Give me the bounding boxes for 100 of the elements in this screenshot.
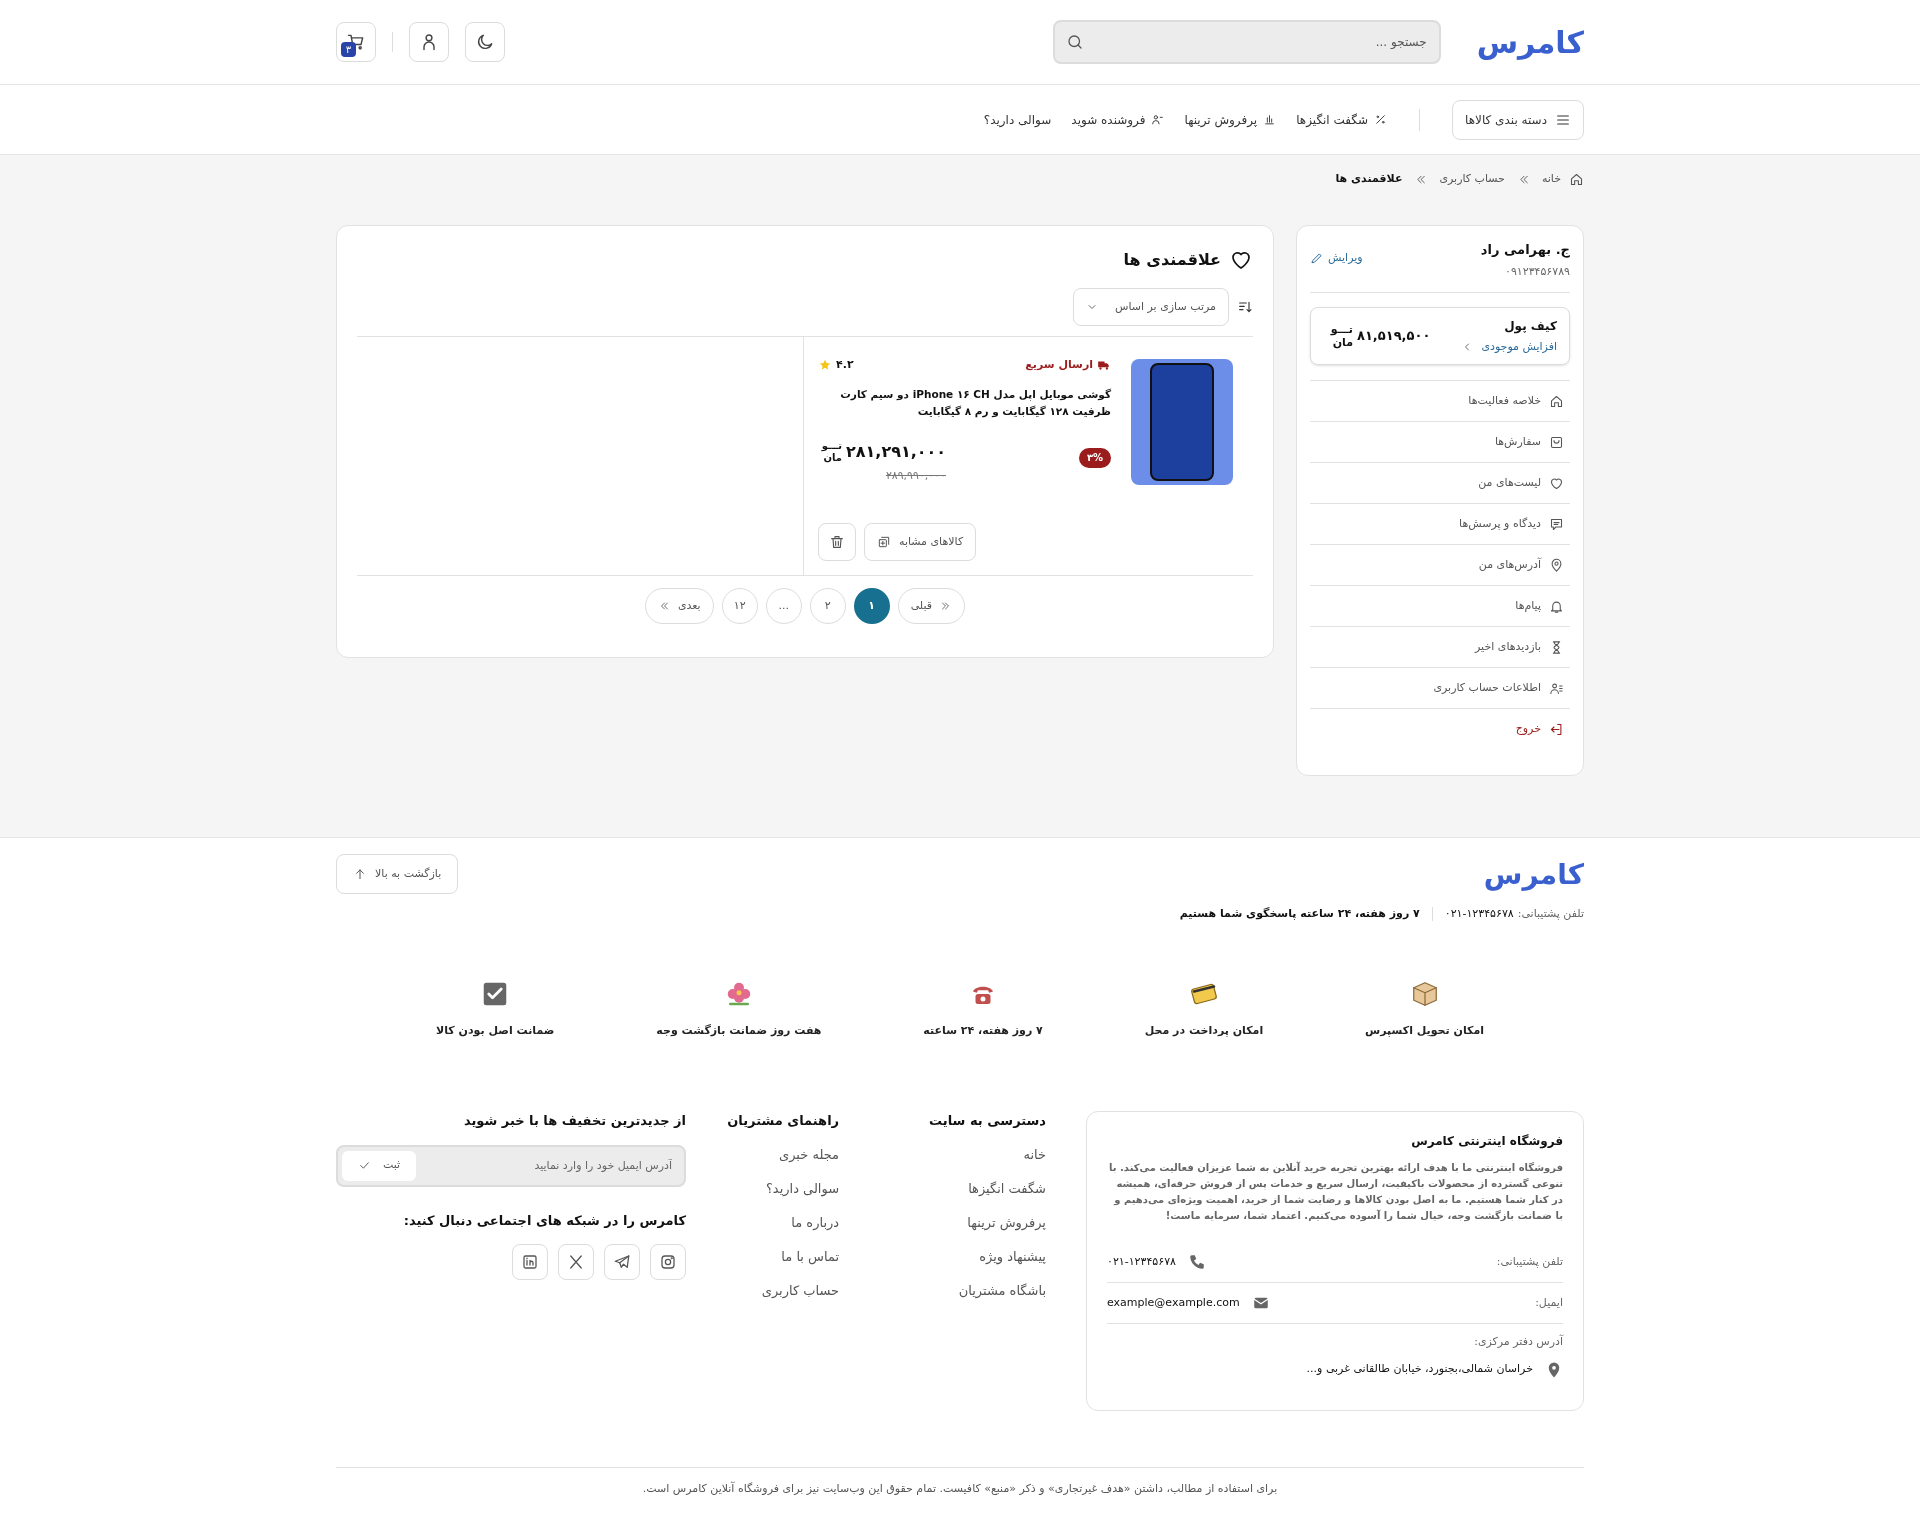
nav-link[interactable]: سوالی دارید؟ [983,110,1052,129]
search-icon [1065,33,1084,51]
contact-label: ایمیل: [1535,1294,1563,1311]
currency-label: تـــو مان [820,439,842,464]
account-menu-item[interactable]: خروج [1310,709,1570,750]
page-button[interactable]: ۱ [853,588,890,624]
contact-label: آدرس دفتر مرکزی: [1473,1334,1563,1350]
discount-badge: ۳% [1078,447,1111,468]
categories-button[interactable]: دسته بندی کالاها [1452,99,1584,140]
account-menu-item[interactable]: اطلاعات حساب کاربری [1310,668,1570,709]
breadcrumb-link[interactable]: خانه [1541,170,1561,188]
footer-link[interactable]: سوالی دارید؟ [765,1178,840,1213]
account-menu-item[interactable]: دیدگاه و پرسش‌ها [1310,504,1570,545]
rating-value: ۴.۲ [836,357,854,373]
footer-link[interactable]: پیشنهاد ویژه [979,1246,1046,1281]
moon-icon [475,32,495,52]
page-title: علاقمندی ها [1123,249,1221,271]
social-link[interactable] [512,1244,548,1280]
check-icon [358,1159,371,1172]
paper-plane-icon [613,1253,631,1271]
feature-label: امکان تحویل اکسپرس [1365,1022,1484,1039]
copyright-text: برای استفاده از مطالب، داشتن «هدف غیرتجاری» و ذکر «منبع» کافیست. تمام حقوق این وب‌سایت نیز برای فروشگاه آنلاین کامرس است. [642,1482,1278,1495]
similar-icon [877,535,891,549]
support-phone: ۰۲۱-۱۲۳۴۵۶۷۸ [1444,906,1514,922]
sort-dropdown[interactable]: مرتب سازی بر اساس [1073,288,1229,326]
nav-link[interactable]: پرفروش ترینها [1184,110,1277,129]
old-price: ۲۸۹,۹۹۰,۰۰۰ [885,467,947,484]
account-menu-item[interactable]: پیام‌ها [1310,586,1570,627]
heart-icon [1549,475,1564,491]
account-menu-item[interactable]: خلاصه فعالیت‌ها [1310,381,1570,422]
bar-chart-icon [1263,113,1277,126]
home-icon [1569,171,1584,187]
feature-label: ضمانت اصل بودن کالا [436,1022,555,1039]
footer-link[interactable]: حساب کاربری [761,1280,840,1315]
contact-value: خراسان شمالی،بجنورد، خیابان طالقانی غربی و... [1306,1361,1533,1378]
contact-label: تلفن پشتیبانی: [1496,1253,1563,1270]
comment-icon [1549,516,1564,532]
footer-link[interactable]: پرفروش ترینها [967,1212,1046,1247]
user-details-icon [1549,680,1564,696]
logout-icon [1549,722,1564,737]
about-text: فروشگاه اینترنتی ما با هدف ارائه بهترین تجربه خرید آنلاین به شما عزیزان فعالیت می‌کند. با تنوعی گسترده از محصولات باکیفیت، ارسال سریع و خدمات پس از فروش حرفه‌ای، همیشه در کنار شما هستیم. ما به اصل بودن کالاها و رضایت شما از خرید، اهمیت ویژه‌ای می‌دهیم و با ضمانت بازگشت وجه، خیال شما را آسوده می‌کنیم. اعتماد شما، سرمایه ماست! [1108,1160,1563,1224]
top-up-link[interactable]: افزایش موجودی [1461,338,1557,356]
home-icon [1549,393,1564,409]
theme-toggle-button[interactable] [465,22,505,62]
footer-link[interactable]: تماس با ما [781,1246,840,1281]
footer-link[interactable]: درباره ما [791,1212,840,1247]
contact-value: example@example.com [1107,1294,1240,1311]
person-icon [1151,113,1165,126]
delete-button[interactable] [818,523,856,561]
about-title: فروشگاه اینترنتی کامرس [1410,1133,1563,1150]
wallet-title: کیف پول [1503,317,1557,335]
phone-icon [1187,1253,1206,1271]
currency-label: تـــو مان [1329,323,1353,349]
account-button[interactable] [409,22,449,62]
nav-link[interactable]: فروشنده شوید [1071,110,1165,129]
pencil-icon [1310,251,1324,266]
footer-column-title: راهنمای مشتریان [727,1112,840,1130]
support-phone-label: تلفن پشتیبانی: [1517,906,1584,922]
footer-column-title: دسترسی به سایت [929,1112,1046,1130]
similar-products-button[interactable]: کالاهای مشابه [864,523,977,561]
site-logo[interactable]: کامرس [1476,19,1584,65]
back-to-top-button[interactable]: بازگشت به بالا [336,854,459,894]
user-name: ج. بهرامی راد [1480,241,1570,260]
social-link[interactable] [604,1244,640,1280]
account-menu-item[interactable]: بازدیدهای اخیر [1310,627,1570,668]
account-menu-item[interactable]: لیست‌های من [1310,463,1570,504]
footer-link[interactable]: شگفت انگیزها [968,1178,1046,1213]
search-field[interactable]: جستجو ... [1052,20,1441,64]
user-phone: ۰۹۱۲۳۴۵۶۷۸۹ [1504,263,1570,280]
footer-logo[interactable]: کامرس [1483,854,1584,896]
wallet-balance: ۸۱,۵۱۹,۵۰۰ [1357,327,1431,346]
x-logo-icon [567,1253,585,1271]
support-hours: ۷ روز هفته، ۲۴ ساعته پاسخگوی شما هستیم [1179,906,1420,922]
cart-button[interactable]: ۳ [336,22,376,62]
social-link[interactable] [558,1244,594,1280]
linkedin-icon [521,1253,539,1271]
bell-icon [1549,598,1564,614]
social-link[interactable] [650,1244,686,1280]
footer-link[interactable]: مجله خبری [779,1144,840,1179]
submit-button[interactable]: ثبت [342,1150,417,1181]
breadcrumb-link[interactable]: حساب کاربری [1439,170,1505,188]
location-pin-icon [1549,557,1564,573]
contact-value: ۰۲۱-۱۲۳۴۵۶۷۸ [1107,1253,1176,1270]
feature-label: امکان پرداخت در محل [1144,1022,1264,1039]
feature-label: ۷ روز هفته، ۲۴ ساعته [923,1022,1043,1039]
product-title[interactable]: گوشی موبایل اپل مدل iPhone ۱۶ CH دو سیم کارت ظرفیت ۱۲۸ گیگابایت و رم ۸ گیگابایت [821,385,1111,420]
fast-shipping-label: ارسال سریع [1025,357,1093,373]
footer-link[interactable]: باشگاه مشتریان [958,1280,1046,1315]
bag-icon [1549,434,1564,450]
footer-link[interactable]: خانه [1023,1144,1046,1179]
nav-link[interactable]: شگفت انگیزها [1296,110,1388,129]
trash-icon [829,534,845,550]
cart-count-badge: ۳ [341,42,356,57]
breadcrumb-link[interactable]: علاقمندی ها [1335,170,1403,188]
account-menu-item[interactable]: آدرس‌های من [1310,545,1570,586]
percent-icon [1374,113,1388,126]
edit-link[interactable]: ویرایش [1310,250,1363,267]
arrow-up-icon [353,867,367,881]
newsletter-title: از جدیدترین تخفیف ها با خبر شوید [462,1112,686,1130]
account-menu-item[interactable]: سفارش‌ها [1310,422,1570,463]
